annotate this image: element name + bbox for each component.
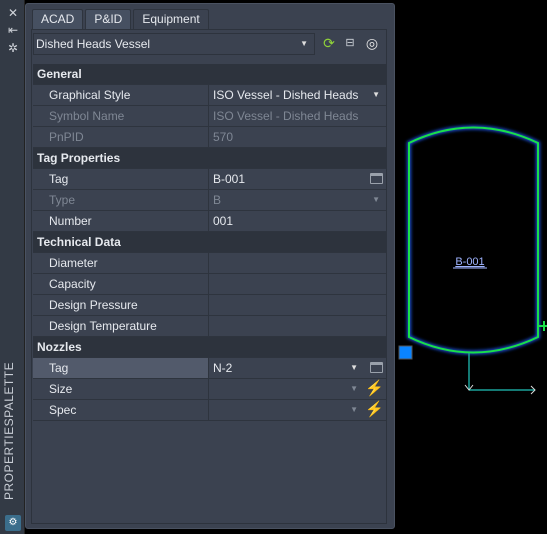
vessel-tag-label[interactable]: B-001 bbox=[455, 256, 484, 268]
property-label: Size bbox=[33, 379, 209, 399]
lightning-icon[interactable]: ⚡ bbox=[365, 400, 384, 420]
property-label: Spec bbox=[33, 400, 209, 420]
selector-value: Dished Heads Vessel bbox=[36, 37, 151, 51]
property-label: Graphical Style bbox=[33, 85, 209, 105]
property-label: Tag bbox=[33, 169, 209, 189]
property-value[interactable] bbox=[209, 379, 386, 399]
property-value[interactable] bbox=[209, 400, 386, 420]
chevron-down-icon[interactable]: ▼ bbox=[350, 400, 358, 420]
close-icon[interactable]: ✕ bbox=[6, 6, 20, 20]
property-label: Design Temperature bbox=[33, 316, 209, 336]
property-value[interactable] bbox=[209, 316, 386, 336]
property-row[interactable]: Capacity bbox=[33, 274, 386, 295]
toggle-pickadd-icon[interactable]: ⊟ bbox=[341, 34, 359, 52]
edit-dialog-icon[interactable] bbox=[370, 173, 383, 184]
property-row[interactable]: Type B ▼ bbox=[33, 190, 386, 211]
property-value[interactable]: N-2 bbox=[209, 358, 386, 378]
property-row[interactable]: Number 001 bbox=[33, 211, 386, 232]
settings-icon[interactable]: ✲ bbox=[6, 41, 20, 55]
property-value[interactable]: 001 bbox=[209, 211, 386, 231]
property-row[interactable]: Symbol Name ISO Vessel - Dished Heads bbox=[33, 106, 386, 127]
palette-title-bar: ✕ ⇤ ✲ PROPERTIESPALETTE ⚙ bbox=[0, 0, 25, 534]
property-row[interactable]: Graphical Style ISO Vessel - Dished Heads… bbox=[33, 85, 386, 106]
chevron-down-icon[interactable]: ▼ bbox=[350, 358, 358, 378]
section-header[interactable]: Technical Data bbox=[33, 232, 386, 253]
property-value: ISO Vessel - Dished Heads bbox=[213, 109, 359, 123]
property-label: Symbol Name bbox=[33, 106, 209, 126]
property-value[interactable] bbox=[209, 295, 386, 315]
chevron-down-icon[interactable]: ▼ bbox=[372, 190, 380, 210]
property-value[interactable] bbox=[209, 253, 386, 273]
property-value: 570 bbox=[213, 130, 234, 144]
property-label: Type bbox=[33, 190, 209, 210]
property-value: B bbox=[213, 193, 222, 207]
property-value[interactable]: ISO Vessel - Dished Heads bbox=[209, 85, 386, 105]
edit-dialog-icon[interactable] bbox=[370, 362, 383, 373]
refresh-icon[interactable]: ⟳ bbox=[320, 34, 338, 52]
tab-acad[interactable]: ACAD bbox=[32, 9, 84, 29]
grip-handle[interactable] bbox=[398, 345, 413, 360]
property-label: Number bbox=[33, 211, 209, 231]
property-value[interactable]: B-001 bbox=[209, 169, 386, 189]
tab-pid[interactable]: P&ID bbox=[85, 9, 132, 29]
auto-hide-icon[interactable]: ⇤ bbox=[6, 23, 20, 37]
property-label: PnPID bbox=[33, 127, 209, 147]
select-objects-icon[interactable]: ◎ bbox=[363, 34, 381, 52]
property-row[interactable]: Spec ▼ ⚡ bbox=[33, 400, 386, 421]
property-row[interactable]: Size ▼ ⚡ bbox=[33, 379, 386, 400]
drawing-canvas[interactable]: B-001 bbox=[395, 110, 547, 410]
property-grid: General Graphical Style ISO Vessel - Dishe… bbox=[33, 64, 386, 421]
property-label: Capacity bbox=[33, 274, 209, 294]
chevron-down-icon: ▼ bbox=[300, 39, 308, 48]
property-row[interactable]: Design Temperature bbox=[33, 316, 386, 337]
object-type-selector[interactable]: Dished Heads Vessel ▼ bbox=[33, 33, 315, 55]
property-value[interactable] bbox=[209, 274, 386, 294]
palette-title: PROPERTIESPALETTE bbox=[2, 361, 16, 500]
property-row[interactable]: Diameter bbox=[33, 253, 386, 274]
properties-palette: ACAD P&ID Equipment Dished Heads Vessel ▼ … bbox=[25, 3, 395, 529]
lightning-icon[interactable]: ⚡ bbox=[365, 379, 384, 399]
property-row[interactable]: Tag B-001 bbox=[33, 169, 386, 190]
section-header[interactable]: Tag Properties bbox=[33, 148, 386, 169]
vessel-glow bbox=[407, 125, 540, 355]
property-label: Design Pressure bbox=[33, 295, 209, 315]
property-label: Diameter bbox=[33, 253, 209, 273]
palette-app-icon[interactable]: ⚙ bbox=[5, 515, 21, 531]
property-row[interactable]: Design Pressure bbox=[33, 295, 386, 316]
section-header[interactable]: General bbox=[33, 64, 386, 85]
chevron-down-icon[interactable]: ▼ bbox=[350, 379, 358, 399]
property-label: Tag bbox=[33, 358, 209, 378]
property-row[interactable]: Tag N-2 ▼ bbox=[33, 358, 386, 379]
property-row[interactable]: PnPID 570 bbox=[33, 127, 386, 148]
tab-equipment[interactable]: Equipment bbox=[133, 9, 209, 31]
vessel-outline[interactable] bbox=[408, 126, 539, 354]
section-header[interactable]: Nozzles bbox=[33, 337, 386, 358]
chevron-down-icon[interactable]: ▼ bbox=[372, 85, 380, 105]
